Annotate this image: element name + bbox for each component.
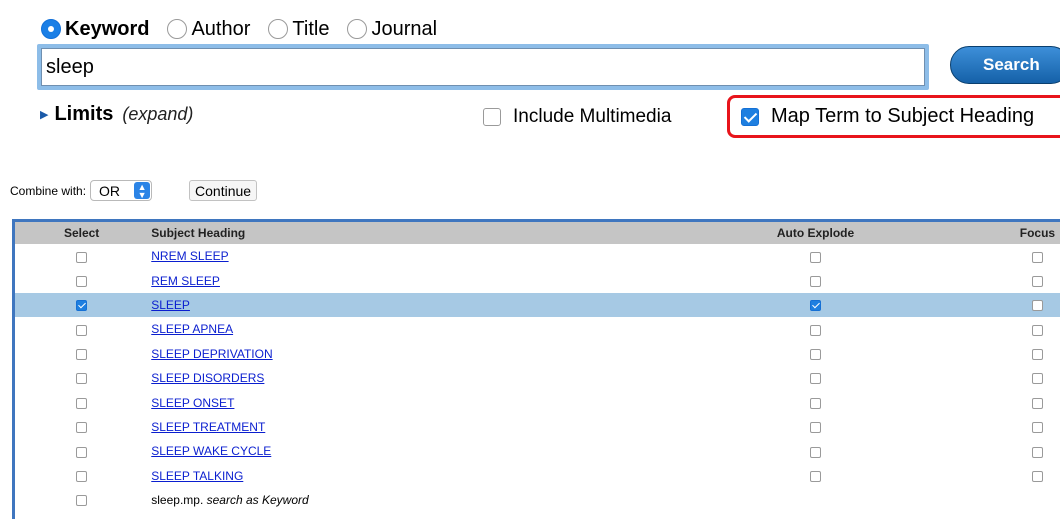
column-header-subject: Subject Heading bbox=[151, 226, 246, 240]
search-type-author[interactable]: Author bbox=[167, 18, 250, 41]
author-radio[interactable] bbox=[167, 19, 188, 39]
continue-button[interactable]: Continue bbox=[189, 180, 258, 201]
column-header-focus: Focus bbox=[1019, 226, 1056, 240]
auto-explode-checkbox[interactable] bbox=[810, 300, 822, 312]
table-row: SLEEP DEPRIVATION bbox=[15, 342, 1060, 366]
focus-checkbox[interactable] bbox=[1031, 422, 1043, 434]
focus-checkbox[interactable] bbox=[1031, 397, 1043, 409]
auto-explode-checkbox[interactable] bbox=[810, 446, 822, 458]
focus-checkbox[interactable] bbox=[1031, 373, 1043, 385]
focus-checkbox[interactable] bbox=[1031, 300, 1043, 312]
auto-explode-checkbox[interactable] bbox=[810, 251, 822, 263]
table-row: SLEEP WAKE CYCLE bbox=[15, 439, 1060, 463]
combine-selected-value: OR bbox=[99, 182, 121, 199]
search-input[interactable] bbox=[41, 48, 925, 86]
subject-heading-link[interactable]: NREM SLEEP bbox=[151, 249, 228, 263]
select-checkbox[interactable] bbox=[76, 349, 88, 361]
table-row: SLEEP DISORDERS bbox=[15, 366, 1060, 390]
table-row: NREM SLEEP bbox=[15, 244, 1060, 268]
focus-checkbox[interactable] bbox=[1031, 324, 1043, 336]
table-row: SLEEP TALKING bbox=[15, 464, 1060, 488]
table-row: REM SLEEP bbox=[15, 268, 1060, 292]
focus-checkbox[interactable] bbox=[1031, 446, 1043, 458]
include-multimedia-checkbox[interactable] bbox=[483, 108, 501, 126]
search-type-label: Title bbox=[292, 17, 330, 40]
limits-label: Limits bbox=[54, 103, 114, 125]
table-row: SLEEP TREATMENT bbox=[15, 415, 1060, 439]
map-term-label: Map Term to Subject Heading bbox=[771, 105, 1035, 127]
include-multimedia-label: Include Multimedia bbox=[513, 106, 672, 127]
select-checkbox[interactable] bbox=[76, 471, 88, 483]
search-type-group: Keyword Author Title Journal bbox=[41, 15, 455, 43]
include-multimedia-option[interactable]: Include Multimedia bbox=[483, 106, 671, 128]
limits-toggle[interactable]: ▶ Limits (expand) bbox=[40, 103, 193, 126]
subject-heading-table: Select Subject Heading Auto Explode Focu… bbox=[12, 219, 1060, 519]
column-header-select: Select bbox=[63, 226, 100, 240]
combine-row: Combine with: OR ▲ ▼ Continue bbox=[10, 180, 258, 201]
select-checkbox[interactable] bbox=[76, 300, 88, 312]
table-row-keyword: sleep.mp. search as Keyword bbox=[15, 488, 1060, 512]
subject-heading-link[interactable]: SLEEP bbox=[151, 298, 190, 312]
search-type-keyword[interactable]: Keyword bbox=[41, 18, 149, 41]
search-type-label: Author bbox=[191, 17, 251, 40]
journal-radio[interactable] bbox=[347, 19, 368, 39]
keyword-radio[interactable] bbox=[41, 19, 61, 39]
auto-explode-checkbox[interactable] bbox=[810, 397, 822, 409]
focus-checkbox[interactable] bbox=[1031, 349, 1043, 361]
subject-heading-link[interactable]: SLEEP TALKING bbox=[151, 469, 243, 483]
search-type-label: Journal bbox=[371, 17, 438, 40]
subject-heading-link[interactable]: SLEEP DEPRIVATION bbox=[151, 347, 272, 361]
auto-explode-checkbox[interactable] bbox=[810, 373, 822, 385]
search-type-title[interactable]: Title bbox=[268, 18, 329, 41]
search-button[interactable]: Search bbox=[950, 46, 1060, 84]
auto-explode-checkbox[interactable] bbox=[810, 422, 822, 434]
select-checkbox[interactable] bbox=[76, 275, 88, 287]
select-checkbox[interactable] bbox=[76, 422, 88, 434]
map-term-checkbox[interactable] bbox=[741, 107, 759, 126]
focus-checkbox[interactable] bbox=[1031, 251, 1043, 263]
expand-triangle-icon: ▶ bbox=[40, 109, 49, 121]
auto-explode-checkbox[interactable] bbox=[810, 471, 822, 483]
subject-heading-link[interactable]: SLEEP ONSET bbox=[151, 396, 234, 410]
column-header-auto-explode: Auto Explode bbox=[776, 226, 855, 240]
subject-heading-link[interactable]: SLEEP DISORDERS bbox=[151, 371, 264, 385]
search-type-journal[interactable]: Journal bbox=[347, 18, 437, 41]
table-row: SLEEP ONSET bbox=[15, 390, 1060, 414]
select-checkbox[interactable] bbox=[76, 446, 88, 458]
search-type-label: Keyword bbox=[65, 17, 150, 40]
subject-heading-link[interactable]: SLEEP TREATMENT bbox=[151, 420, 265, 434]
table-row: SLEEP APNEA bbox=[15, 317, 1060, 341]
combine-label: Combine with: bbox=[10, 183, 87, 198]
subject-heading-link[interactable]: SLEEP APNEA bbox=[151, 322, 233, 336]
select-checkbox[interactable] bbox=[76, 324, 88, 336]
table-header: Select Subject Heading Auto Explode Focu… bbox=[15, 222, 1060, 244]
select-checkbox[interactable] bbox=[76, 251, 88, 263]
map-term-option[interactable]: Map Term to Subject Heading bbox=[727, 95, 1060, 138]
limits-expand-link[interactable]: (expand) bbox=[122, 104, 193, 125]
auto-explode-checkbox[interactable] bbox=[810, 349, 822, 361]
select-checkbox[interactable] bbox=[76, 397, 88, 409]
combine-operator-select[interactable]: OR ▲ ▼ bbox=[90, 180, 153, 201]
subject-heading-link[interactable]: SLEEP WAKE CYCLE bbox=[151, 444, 271, 458]
auto-explode-checkbox[interactable] bbox=[810, 275, 822, 287]
select-arrows-icon: ▲ ▼ bbox=[134, 182, 151, 199]
subject-heading-link[interactable]: REM SLEEP bbox=[151, 274, 220, 288]
auto-explode-checkbox[interactable] bbox=[810, 324, 822, 336]
title-radio[interactable] bbox=[268, 19, 289, 39]
focus-checkbox[interactable] bbox=[1031, 275, 1043, 287]
select-checkbox[interactable] bbox=[76, 373, 88, 385]
table-row: SLEEP bbox=[15, 292, 1060, 318]
search-input-wrapper bbox=[37, 44, 929, 90]
focus-checkbox[interactable] bbox=[1031, 471, 1043, 483]
